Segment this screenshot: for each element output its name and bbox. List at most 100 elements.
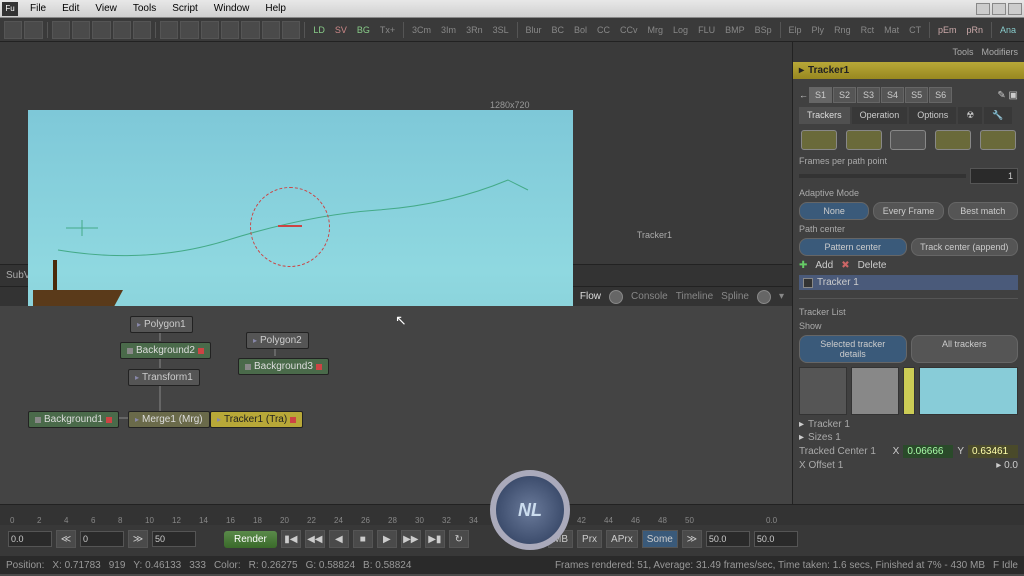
- tool-mat[interactable]: Mat: [880, 23, 903, 37]
- start-frame[interactable]: [8, 531, 52, 547]
- track-backward-icon[interactable]: [801, 130, 837, 150]
- s4-button[interactable]: S4: [881, 87, 904, 103]
- global-end[interactable]: [754, 531, 798, 547]
- tool-pem[interactable]: pEm: [934, 23, 961, 37]
- tool-sv[interactable]: SV: [331, 23, 351, 37]
- node-tracker1[interactable]: ▸Tracker1 (Tra): [210, 411, 303, 428]
- tool-bg[interactable]: BG: [353, 23, 374, 37]
- tool-ct[interactable]: CT: [905, 23, 925, 37]
- tab-modifiers[interactable]: Modifiers: [981, 47, 1018, 57]
- tab-spline[interactable]: Spline: [721, 291, 749, 302]
- node-background3[interactable]: Background3: [238, 358, 329, 375]
- node-background1[interactable]: Background1: [28, 411, 119, 428]
- toolbar-btn[interactable]: [24, 21, 42, 39]
- tool-bmp[interactable]: BMP: [721, 23, 749, 37]
- track-center-append[interactable]: Track center (append): [911, 238, 1019, 256]
- menu-view[interactable]: View: [87, 1, 125, 16]
- node-transform1[interactable]: ▸Transform1: [128, 369, 200, 386]
- tool-ccv[interactable]: CCv: [616, 23, 642, 37]
- tab-trackers[interactable]: Trackers: [799, 107, 850, 124]
- wrench-icon[interactable]: 🔧: [984, 107, 1011, 124]
- play-button[interactable]: ▶: [377, 530, 397, 548]
- tc-x-field[interactable]: 0.06666: [903, 445, 953, 458]
- toolbar-btn[interactable]: [180, 21, 198, 39]
- node-background2[interactable]: Background2: [120, 342, 211, 359]
- dropdown-icon[interactable]: ▾: [779, 291, 784, 302]
- tool-ld[interactable]: LD: [309, 23, 329, 37]
- tool-elp[interactable]: Elp: [785, 23, 806, 37]
- menu-window[interactable]: Window: [206, 1, 258, 16]
- prx-toggle[interactable]: Prx: [577, 530, 602, 548]
- toolbar-btn[interactable]: [4, 21, 22, 39]
- node-merge1[interactable]: ▸Merge1 (Mrg): [128, 411, 210, 428]
- tab-tools[interactable]: Tools: [952, 47, 973, 57]
- menu-file[interactable]: File: [22, 1, 54, 16]
- next-key-button[interactable]: ≫: [128, 530, 148, 548]
- inspector-title[interactable]: ▸ Tracker1: [793, 62, 1024, 79]
- radiation-icon[interactable]: ☢: [958, 107, 982, 124]
- maximize-button[interactable]: □: [992, 3, 1006, 15]
- loop-button[interactable]: ↻: [449, 530, 469, 548]
- fppp-value[interactable]: 1: [970, 168, 1018, 184]
- track-forward-icon[interactable]: [980, 130, 1016, 150]
- tab-icon[interactable]: [757, 290, 771, 304]
- s6-button[interactable]: S6: [929, 87, 952, 103]
- toolbar-btn[interactable]: [72, 21, 90, 39]
- delete-button[interactable]: ✖: [841, 260, 849, 271]
- adaptive-every[interactable]: Every Frame: [873, 202, 943, 220]
- first-frame-button[interactable]: ▮◀: [281, 530, 301, 548]
- prev-key-button[interactable]: ≪: [56, 530, 76, 548]
- menu-tools[interactable]: Tools: [125, 1, 164, 16]
- tool-mrg[interactable]: Mrg: [644, 23, 668, 37]
- tool-3im[interactable]: 3Im: [437, 23, 460, 37]
- show-selected[interactable]: Selected tracker details: [799, 335, 907, 363]
- step-forward-button[interactable]: ▶▶: [401, 530, 421, 548]
- flow-graph[interactable]: ▸Polygon1 Background2 ▸Transform1 ▸Polyg…: [0, 306, 792, 504]
- end-frame[interactable]: [152, 531, 196, 547]
- last-frame-button[interactable]: ▶▮: [425, 530, 445, 548]
- toolbar-btn[interactable]: [113, 21, 131, 39]
- close-button[interactable]: ×: [1008, 3, 1022, 15]
- tool-3rn[interactable]: 3Rn: [462, 23, 487, 37]
- tool-log[interactable]: Log: [669, 23, 692, 37]
- tracker-list-item[interactable]: Tracker 1: [799, 275, 1018, 290]
- tool-rct[interactable]: Rct: [857, 23, 879, 37]
- tool-ply[interactable]: Ply: [808, 23, 829, 37]
- add-button[interactable]: ✚: [799, 260, 807, 271]
- tab-icon[interactable]: [609, 290, 623, 304]
- next-range-button[interactable]: ≫: [682, 530, 702, 548]
- tab-timeline[interactable]: Timeline: [676, 291, 713, 302]
- s2-button[interactable]: S2: [833, 87, 856, 103]
- tab-console[interactable]: Console: [631, 291, 668, 302]
- tool-ana[interactable]: Ana: [996, 23, 1020, 37]
- minimize-button[interactable]: –: [976, 3, 990, 15]
- aprx-toggle[interactable]: APrx: [606, 530, 638, 548]
- range-end[interactable]: [706, 531, 750, 547]
- tool-rng[interactable]: Rng: [830, 23, 855, 37]
- toolbar-btn[interactable]: [282, 21, 300, 39]
- toolbar-btn[interactable]: [241, 21, 259, 39]
- tracker-center[interactable]: [278, 225, 302, 227]
- toolbar-btn[interactable]: [133, 21, 151, 39]
- play-back-button[interactable]: ◀: [329, 530, 349, 548]
- tool-bc[interactable]: BC: [548, 23, 569, 37]
- node-polygon1[interactable]: ▸Polygon1: [130, 316, 193, 333]
- toolbar-btn[interactable]: [262, 21, 280, 39]
- tool-prn[interactable]: pRn: [963, 23, 988, 37]
- toolbar-btn[interactable]: [221, 21, 239, 39]
- tab-operation[interactable]: Operation: [852, 107, 908, 124]
- tool-flu[interactable]: FLU: [694, 23, 719, 37]
- tool-cc[interactable]: CC: [593, 23, 614, 37]
- s3-button[interactable]: S3: [857, 87, 880, 103]
- tool-3sl[interactable]: 3SL: [489, 23, 513, 37]
- pattern-center[interactable]: Pattern center: [799, 238, 907, 256]
- tool-blur[interactable]: Blur: [522, 23, 546, 37]
- toolbar-btn[interactable]: [92, 21, 110, 39]
- current-frame[interactable]: [80, 531, 124, 547]
- step-back-button[interactable]: ◀◀: [305, 530, 325, 548]
- render-button[interactable]: Render: [224, 531, 277, 548]
- adaptive-none[interactable]: None: [799, 202, 869, 220]
- toolbar-btn[interactable]: [201, 21, 219, 39]
- tab-options[interactable]: Options: [909, 107, 956, 124]
- track-backward-from-icon[interactable]: [846, 130, 882, 150]
